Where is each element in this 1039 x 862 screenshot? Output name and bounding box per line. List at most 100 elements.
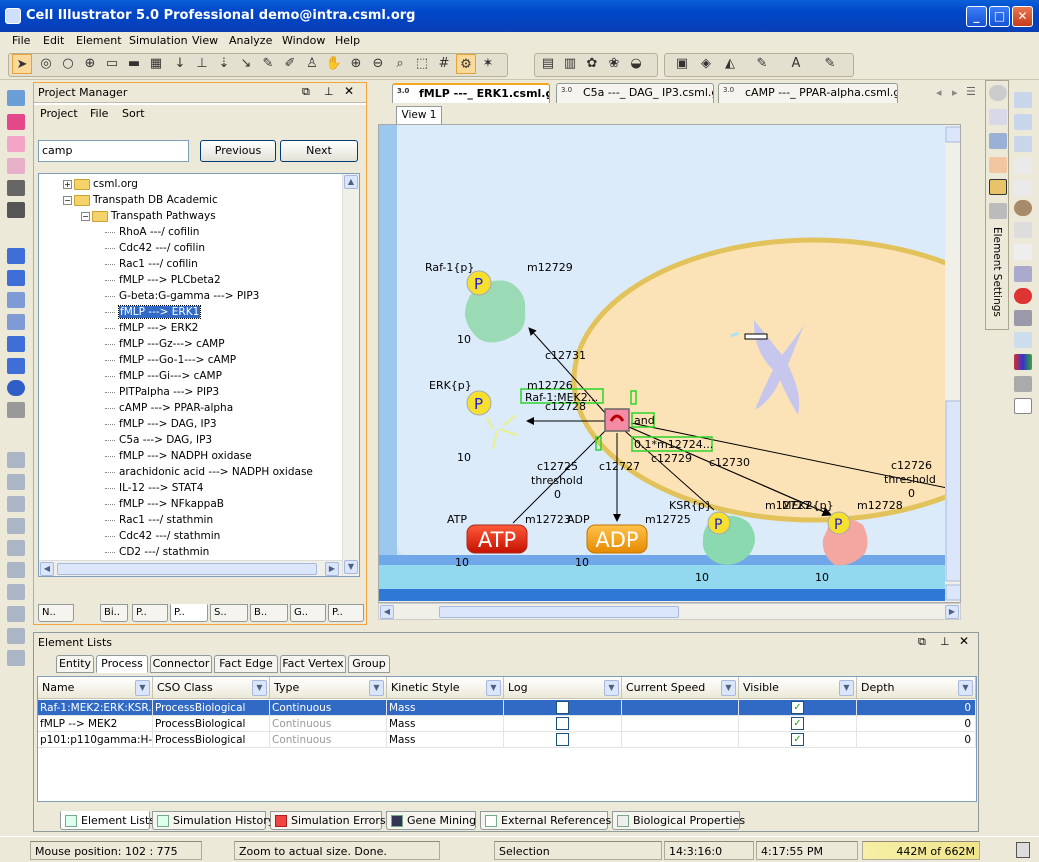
tab-left-icon[interactable]: ◂ — [936, 86, 942, 99]
chart-pie-icon[interactable] — [7, 380, 25, 396]
pm-menu-project[interactable]: Project — [40, 107, 78, 120]
pm-menu-sort[interactable]: Sort — [122, 107, 145, 120]
col-log[interactable]: Log ▼ — [504, 677, 622, 699]
menu-window[interactable]: Window — [282, 34, 325, 47]
close-button[interactable]: ✕ — [1012, 6, 1033, 27]
col-visible[interactable]: Visible ▼ — [739, 677, 857, 699]
tab-connector[interactable]: Connector — [150, 655, 212, 673]
tree-item[interactable]: PITPalpha ---> PIP3 — [105, 384, 219, 400]
tab-right-icon[interactable]: ▸ — [952, 86, 958, 99]
tab-element-lists[interactable]: Element Lists — [60, 811, 155, 830]
process-rect-icon[interactable]: ▭ — [102, 54, 122, 74]
doc-tab-1[interactable]: 3.0 fMLP ---_ ERK1.csml.gz — [392, 83, 550, 103]
bars-icon[interactable] — [7, 518, 25, 534]
tree-item[interactable]: C5a ---> DAG, IP3 — [105, 432, 212, 448]
pen-icon[interactable]: ✎ — [258, 54, 278, 74]
line-chart-icon[interactable] — [1014, 398, 1032, 414]
tree-item[interactable]: fMLP ---> NFkappaB — [105, 496, 224, 512]
membrane-icon[interactable]: ◒ — [626, 54, 646, 74]
pause-icon[interactable] — [7, 292, 25, 308]
tree-hscroll[interactable]: ◀ ▶ — [39, 560, 342, 576]
doc-icon[interactable] — [1014, 92, 1032, 108]
view-icon[interactable] — [1014, 222, 1032, 238]
canvas-scroll-up-icon[interactable] — [945, 126, 961, 143]
book-icon[interactable]: ▥ — [560, 54, 580, 74]
inhibit-icon[interactable]: ⊥ — [192, 54, 212, 74]
pencil-icon[interactable] — [989, 157, 1007, 173]
distribute-icon[interactable] — [7, 584, 25, 600]
tree-item[interactable]: Rac1 ---/ cofilin — [105, 256, 198, 272]
dropdown-icon[interactable]: ▼ — [604, 680, 619, 696]
hscroll-right-icon[interactable]: ▶ — [945, 605, 959, 619]
search-input[interactable]: camp — [38, 140, 189, 162]
magic-icon[interactable]: ✶ — [478, 54, 498, 74]
log-checkbox[interactable] — [556, 733, 569, 746]
draw-icon[interactable] — [1014, 180, 1032, 196]
tab-external-references[interactable]: External References — [480, 811, 611, 830]
tab-process[interactable]: Process — [96, 655, 148, 673]
menu-element[interactable]: Element — [76, 34, 122, 47]
next-button[interactable]: Next — [280, 140, 358, 162]
tab-simulation-history[interactable]: Simulation History — [152, 811, 274, 830]
zoom-in-icon[interactable]: ⊕ — [346, 54, 366, 74]
menu-analyze[interactable]: Analyze — [229, 34, 272, 47]
pin-icon[interactable]: ⊥ — [940, 635, 950, 648]
dropdown-icon[interactable]: ▼ — [369, 680, 384, 696]
zoom-icon[interactable]: ⌕ — [390, 54, 410, 74]
grid-view-icon[interactable] — [1014, 136, 1032, 152]
pin-icon[interactable]: ⊥ — [324, 85, 334, 98]
export-icon[interactable] — [7, 402, 25, 418]
col-current-speed[interactable]: Current Speed ▼ — [622, 677, 739, 699]
highlight-icon[interactable]: ✎ — [820, 54, 840, 74]
menu-help[interactable]: Help — [335, 34, 360, 47]
color-icon[interactable] — [989, 179, 1007, 195]
stop-icon[interactable] — [7, 314, 25, 330]
tab-gene-mining[interactable]: Gene Mining — [386, 811, 476, 830]
copy-icon[interactable] — [7, 158, 25, 174]
note-icon[interactable]: ▤ — [538, 54, 558, 74]
skip-icon[interactable] — [7, 358, 25, 374]
tab-biological-properties[interactable]: Biological Properties — [612, 811, 745, 830]
play-icon[interactable] — [7, 248, 25, 264]
package-icon[interactable]: ◈ — [696, 54, 716, 74]
pm-menu-file[interactable]: File — [90, 107, 108, 120]
tree-item[interactable]: Cdc42 ---/ cofilin — [105, 240, 205, 256]
canvas-hscrollbar[interactable]: ◀ ▶ — [378, 603, 961, 620]
scroll-right-icon[interactable]: ▶ — [325, 562, 339, 576]
tree-item[interactable]: Cdc42 ---/ stathmin — [105, 528, 220, 544]
step-icon[interactable] — [7, 270, 25, 286]
stack-icon[interactable] — [1014, 376, 1032, 392]
menu-simulation[interactable]: Simulation — [129, 34, 188, 47]
pink-icon[interactable] — [7, 114, 25, 130]
menu-view[interactable]: View — [192, 34, 218, 47]
bars-chart-icon[interactable] — [1014, 354, 1032, 370]
element-settings-label[interactable]: Element Settings — [991, 227, 1003, 317]
dropdown-icon[interactable]: ▼ — [252, 680, 267, 696]
pm-tab-2[interactable]: Bi.. — [100, 604, 128, 622]
tab-fact-edge[interactable]: Fact Edge — [214, 655, 278, 673]
align-icon[interactable] — [7, 496, 25, 512]
menu-edit[interactable]: Edit — [43, 34, 64, 47]
diagram-svg[interactable]: P P ATP ADP P P Raf-1{p} m12729 10 c1273… — [379, 125, 961, 603]
process-bar-icon[interactable]: ▬ — [124, 54, 144, 74]
pm-tab-5[interactable]: S.. — [210, 604, 248, 622]
circle-plus-icon[interactable]: ⊕ — [80, 54, 100, 74]
tab-entity[interactable]: Entity — [56, 655, 94, 673]
dropdown-icon[interactable]: ▼ — [135, 680, 150, 696]
dropdown-icon[interactable]: ▼ — [486, 680, 501, 696]
dropdown-icon[interactable]: ▼ — [839, 680, 854, 696]
layout-icon[interactable]: ⚙ — [456, 54, 476, 74]
dropdown-icon[interactable]: ▼ — [958, 680, 973, 696]
alert-icon[interactable] — [1014, 288, 1032, 304]
maximize-button[interactable]: □ — [989, 6, 1010, 27]
pm-tab-4[interactable]: P.. — [170, 604, 208, 622]
tree-item[interactable]: G-beta:G-gamma ---> PIP3 — [105, 288, 259, 304]
fast-forward-icon[interactable] — [7, 336, 25, 352]
pm-tab-1[interactable]: N.. — [38, 604, 74, 622]
tree-node-db[interactable]: − Transpath DB Academic — [63, 192, 218, 208]
tree-node-folder[interactable]: − Transpath Pathways — [81, 208, 216, 224]
layers-icon[interactable] — [7, 136, 25, 152]
arrow-down-icon[interactable]: ↓ — [170, 54, 190, 74]
visible-checkbox[interactable]: ✓ — [791, 733, 804, 746]
gear-icon[interactable] — [1014, 200, 1032, 216]
